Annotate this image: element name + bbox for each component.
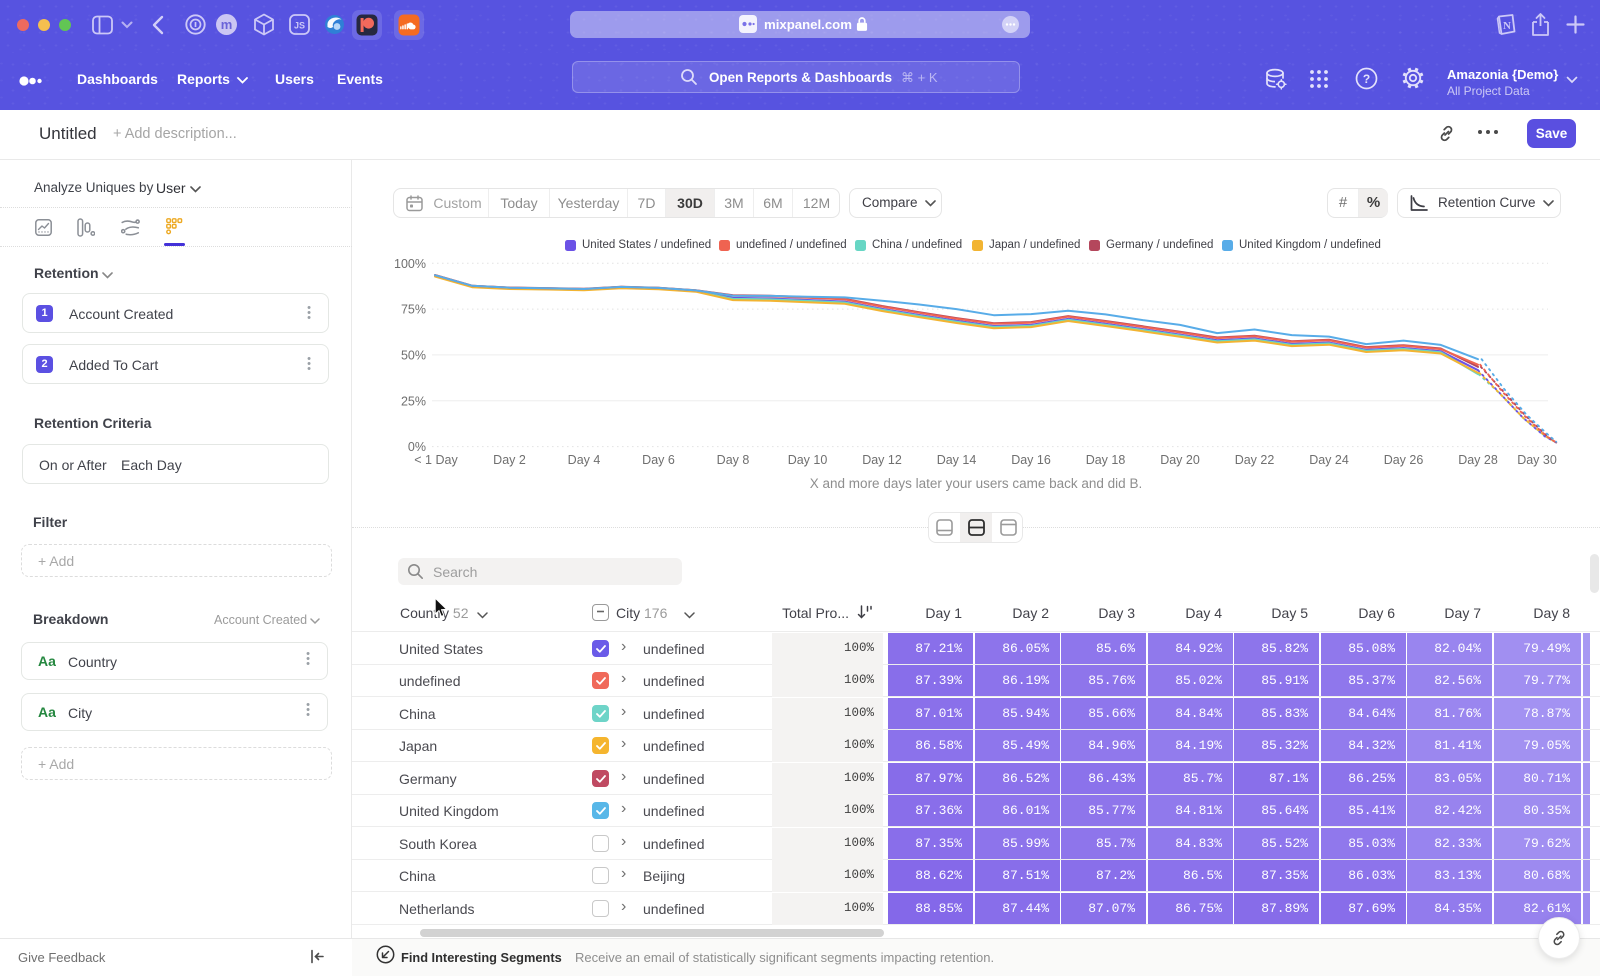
svg-text:50%: 50% [401, 348, 426, 362]
svg-text:?: ? [1363, 72, 1370, 86]
svg-text:Day 16: Day 16 [1011, 453, 1051, 467]
svg-text:Day 22: Day 22 [1235, 453, 1275, 467]
svg-text:N: N [1503, 20, 1511, 32]
svg-text:Day 8: Day 8 [717, 453, 750, 467]
svg-text:75%: 75% [401, 303, 426, 317]
svg-text:Day 28: Day 28 [1458, 453, 1498, 467]
svg-text:Day 24: Day 24 [1309, 453, 1349, 467]
svg-text:< 1 Day: < 1 Day [414, 453, 458, 467]
svg-text:Day 12: Day 12 [862, 453, 902, 467]
svg-text:0%: 0% [408, 440, 426, 454]
svg-text:JS: JS [294, 21, 305, 31]
svg-text:Day 10: Day 10 [788, 453, 828, 467]
svg-text:Day 14: Day 14 [937, 453, 977, 467]
svg-text:Day 18: Day 18 [1086, 453, 1126, 467]
svg-text:Day 2: Day 2 [493, 453, 526, 467]
svg-text:25%: 25% [401, 394, 426, 408]
svg-text:Day 6: Day 6 [642, 453, 675, 467]
svg-text:Day 26: Day 26 [1384, 453, 1424, 467]
svg-text:Day 20: Day 20 [1160, 453, 1200, 467]
svg-text:Day 30: Day 30 [1517, 453, 1557, 467]
svg-text:Day 4: Day 4 [568, 453, 601, 467]
svg-text:100%: 100% [394, 257, 426, 271]
